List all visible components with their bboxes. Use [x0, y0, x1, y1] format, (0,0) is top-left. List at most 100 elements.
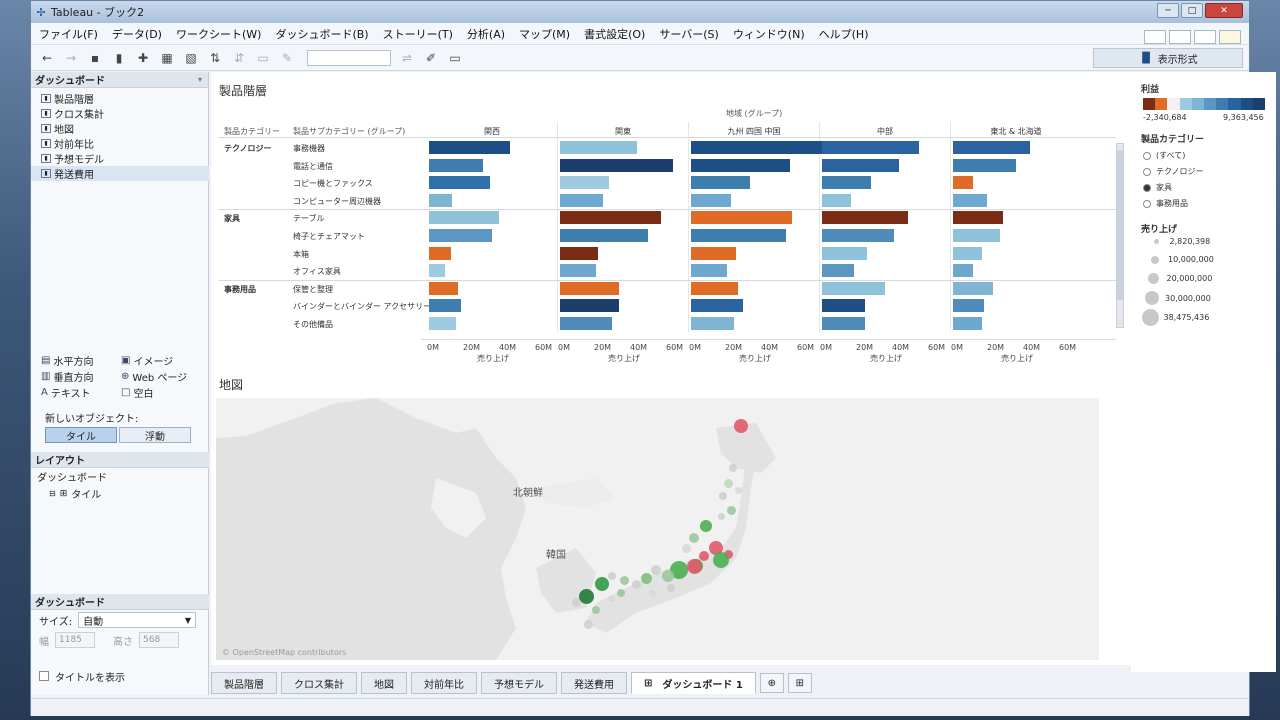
tab-4[interactable]: 予想モデル — [481, 672, 557, 694]
object-item-0-0[interactable]: ▤ 水平方向 — [41, 353, 121, 368]
bar-2-1[interactable] — [691, 158, 790, 172]
bar-4-4[interactable] — [953, 211, 1004, 225]
menu-item-9[interactable]: ウィンドウ(N) — [733, 26, 805, 42]
map-circle-mark[interactable] — [578, 588, 594, 604]
group-icon[interactable]: ▭ — [253, 49, 273, 67]
float-button[interactable]: 浮動 — [119, 427, 191, 443]
tab-0[interactable]: 製品階層 — [211, 672, 277, 694]
show-title-checkbox[interactable] — [39, 671, 49, 681]
map-circle-mark[interactable] — [700, 520, 712, 532]
bar-3-9[interactable] — [822, 299, 866, 313]
bar-3-4[interactable] — [822, 211, 909, 225]
sheet-item-5[interactable]: ▮ 発送費用 — [31, 166, 209, 181]
bar-3-5[interactable] — [822, 229, 894, 242]
forward-arrow-icon[interactable]: → — [61, 49, 81, 67]
bar-1-7[interactable] — [560, 264, 596, 278]
width-field[interactable]: 1185 — [55, 632, 95, 648]
view-mode-4-icon[interactable] — [1219, 30, 1241, 44]
bar-1-8[interactable] — [560, 281, 620, 295]
bar-3-10[interactable] — [822, 317, 866, 330]
menu-item-6[interactable]: マップ(M) — [519, 26, 570, 42]
bar-1-10[interactable] — [560, 317, 613, 330]
map-view[interactable]: 北朝鮮 韓国 © OpenStreetMap contributors — [216, 398, 1099, 660]
sort-icon[interactable]: ⇵ — [229, 49, 249, 67]
map-circle-mark[interactable] — [723, 478, 733, 488]
maximize-button[interactable]: □ — [1181, 3, 1203, 18]
map-circle-mark[interactable] — [662, 570, 674, 582]
object-item-2-1[interactable]: □ 空白 — [121, 385, 201, 400]
scrollbar-thumb[interactable] — [1117, 150, 1123, 300]
show-me-button[interactable]: ▐▌ 表示形式 — [1093, 48, 1243, 68]
category-option-1[interactable]: テクノロジー — [1143, 166, 1204, 177]
category-option-3[interactable]: 事務用品 — [1143, 198, 1188, 209]
map-circle-mark[interactable] — [689, 533, 699, 543]
menu-item-0[interactable]: ファイル(F) — [39, 26, 98, 42]
object-item-1-0[interactable]: ▥ 垂直方向 — [41, 369, 121, 384]
bar-3-6[interactable] — [822, 246, 867, 260]
highlight-icon[interactable]: ✎ — [277, 49, 297, 67]
radio-button[interactable] — [1143, 167, 1151, 176]
bar-3-3[interactable] — [822, 193, 851, 207]
object-item-1-1[interactable]: ⊕ Web ページ — [121, 369, 201, 384]
map-circle-mark[interactable] — [717, 512, 725, 520]
minimize-button[interactable]: ─ — [1157, 3, 1179, 18]
bar-2-5[interactable] — [691, 229, 787, 242]
sheet-item-2[interactable]: ▮ 地図 — [41, 121, 208, 136]
bar-2-3[interactable] — [691, 193, 731, 207]
sheet-item-1[interactable]: ▮ クロス集計 — [41, 106, 208, 121]
bar-4-1[interactable] — [953, 158, 1016, 172]
map-circle-mark[interactable] — [729, 464, 737, 472]
bar-0-3[interactable] — [429, 193, 453, 207]
menu-item-10[interactable]: ヘルプ(H) — [819, 26, 869, 42]
tab-1[interactable]: クロス集計 — [281, 672, 357, 694]
menu-item-8[interactable]: サーバー(S) — [659, 26, 718, 42]
fit-dropdown[interactable] — [307, 49, 391, 66]
menu-item-4[interactable]: ストーリー(T) — [383, 26, 453, 42]
menu-item-5[interactable]: 分析(A) — [467, 26, 505, 42]
bar-4-9[interactable] — [953, 299, 984, 313]
map-circle-mark[interactable] — [719, 492, 727, 500]
bar-0-8[interactable] — [429, 281, 458, 295]
bar-4-8[interactable] — [953, 281, 993, 295]
map-circle-mark[interactable] — [734, 419, 748, 433]
bar-0-0[interactable] — [429, 141, 510, 154]
bar-1-3[interactable] — [560, 193, 604, 207]
bar-0-6[interactable] — [429, 246, 451, 260]
bar-0-7[interactable] — [429, 264, 446, 278]
view-mode-3-icon[interactable] — [1194, 30, 1216, 44]
map-circle-mark[interactable] — [699, 551, 709, 561]
chart-scrollbar[interactable] — [1116, 143, 1124, 328]
tab-2[interactable]: 地図 — [361, 672, 407, 694]
swap-icon[interactable]: ⇅ — [205, 49, 225, 67]
bar-4-6[interactable] — [953, 246, 982, 260]
menu-item-2[interactable]: ワークシート(W) — [176, 26, 261, 42]
bar-4-5[interactable] — [953, 229, 1000, 242]
bar-2-8[interactable] — [691, 281, 738, 295]
bar-0-1[interactable] — [429, 158, 483, 172]
radio-button[interactable] — [1143, 183, 1151, 192]
bar-2-4[interactable] — [691, 211, 792, 225]
map-circle-mark[interactable] — [640, 572, 652, 584]
map-circle-mark[interactable] — [648, 589, 656, 597]
new-sheet-icon[interactable]: ✚ — [133, 49, 153, 67]
presentation-icon[interactable]: ▭ — [445, 49, 465, 67]
bar-4-7[interactable] — [953, 264, 973, 278]
view-mode-1-icon[interactable] — [1144, 30, 1166, 44]
map-circle-mark[interactable] — [651, 565, 661, 575]
height-field[interactable]: 568 — [139, 632, 179, 648]
bar-0-2[interactable] — [429, 176, 491, 190]
bar-4-3[interactable] — [953, 193, 988, 207]
object-item-0-1[interactable]: ▣ イメージ — [121, 353, 201, 368]
map-circle-mark[interactable] — [607, 594, 615, 602]
bar-3-7[interactable] — [822, 264, 855, 278]
expand-icon[interactable]: ⊟ — [49, 489, 56, 498]
new-worksheet-tab-icon[interactable]: ⊕ — [759, 673, 784, 693]
pen-icon[interactable]: ✐ — [421, 49, 441, 67]
map-circle-mark[interactable] — [726, 505, 736, 515]
radio-button[interactable] — [1143, 199, 1151, 208]
bar-1-6[interactable] — [560, 246, 598, 260]
layout-dashboard-item[interactable]: ダッシュボード — [31, 468, 209, 485]
map-circle-mark[interactable] — [595, 577, 609, 591]
category-option-2[interactable]: 家具 — [1143, 182, 1172, 193]
duplicate-sheet-icon[interactable]: ▦ — [157, 49, 177, 67]
